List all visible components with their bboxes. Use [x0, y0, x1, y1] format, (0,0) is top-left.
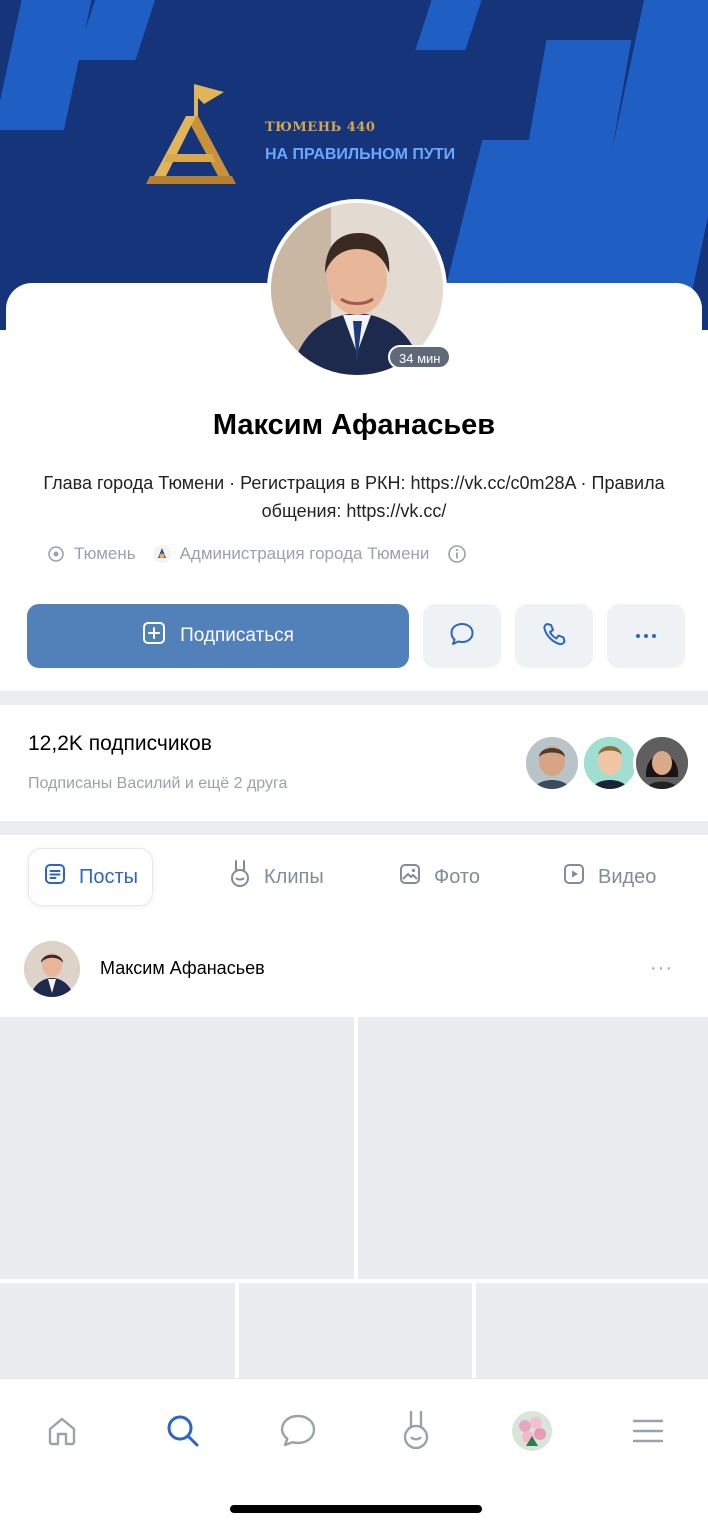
- org-logo-icon: [152, 544, 172, 564]
- location-icon: [46, 544, 66, 564]
- friend-avatar: [523, 734, 581, 792]
- subscribed-friends: Подписаны Василий и ещё 2 друга: [28, 775, 288, 792]
- nav-home[interactable]: [32, 1403, 92, 1463]
- friend-avatar: [581, 734, 639, 792]
- nav-search[interactable]: [153, 1403, 213, 1463]
- nav-menu[interactable]: [618, 1403, 678, 1463]
- more-button[interactable]: [607, 604, 685, 668]
- post-photo-grid: [0, 1017, 708, 1396]
- nav-clips[interactable]: [386, 1403, 446, 1463]
- clips-icon: [399, 1410, 433, 1457]
- call-button[interactable]: [515, 604, 593, 668]
- city-anniversary-logo: [146, 84, 236, 189]
- subscribe-label: Подписаться: [180, 625, 294, 646]
- section-separator: [0, 691, 708, 705]
- profile-meta: Тюмень Администрация города Тюмени: [46, 544, 670, 564]
- photo-icon: [398, 862, 422, 892]
- tab-clips[interactable]: Клипы: [228, 848, 324, 906]
- cover-slogan: НА ПРАВИЛЬНОМ ПУТИ: [265, 146, 456, 163]
- post-author-name[interactable]: Максим Афанасьев: [100, 958, 265, 979]
- video-icon: [562, 862, 586, 892]
- search-icon: [164, 1412, 202, 1455]
- tab-photos-label: Фото: [434, 865, 480, 888]
- profile-name: Максим Афанасьев: [212, 409, 496, 441]
- subscribers-card[interactable]: 12,2K подписчиков Подписаны Василий и ещ…: [6, 705, 702, 821]
- tab-videos[interactable]: Видео: [562, 848, 656, 906]
- post-author-avatar[interactable]: [24, 941, 80, 997]
- home-icon: [44, 1413, 80, 1454]
- message-icon: [448, 620, 476, 653]
- content-tabs: Посты Клипы Фото Видео: [6, 835, 702, 925]
- tab-videos-label: Видео: [598, 865, 657, 888]
- nav-profile[interactable]: [502, 1403, 562, 1463]
- profile-organization[interactable]: Администрация города Тюмени: [180, 544, 430, 564]
- add-square-icon: [142, 621, 166, 651]
- post-photo[interactable]: [0, 1017, 354, 1279]
- message-button[interactable]: [423, 604, 501, 668]
- posts-icon: [43, 862, 67, 892]
- post-header: Максим Афанасьев ···: [0, 925, 708, 1017]
- clips-icon: [228, 859, 252, 895]
- tab-posts[interactable]: Посты: [28, 848, 154, 906]
- home-indicator: [230, 1505, 482, 1513]
- more-icon: [634, 627, 658, 645]
- menu-icon: [631, 1417, 665, 1450]
- profile-actions: Подписаться: [27, 604, 687, 668]
- info-icon[interactable]: [447, 544, 467, 564]
- profile-status[interactable]: Глава города Тюмени · Регистрация в РКН:…: [42, 469, 666, 525]
- tab-clips-label: Клипы: [264, 865, 324, 888]
- cover-year-label: ТЮМЕНЬ 440: [265, 120, 376, 135]
- profile-avatar-icon: [511, 1410, 553, 1457]
- nav-messages[interactable]: [268, 1403, 328, 1463]
- post-more-icon[interactable]: ···: [650, 957, 673, 980]
- messages-icon: [278, 1412, 318, 1455]
- tab-posts-label: Посты: [79, 865, 139, 888]
- phone-icon: [540, 620, 568, 653]
- post-photo[interactable]: [358, 1017, 708, 1279]
- tab-photos[interactable]: Фото: [398, 848, 480, 906]
- subscribe-button[interactable]: Подписаться: [27, 604, 409, 668]
- online-status-badge: 34 мин: [388, 345, 452, 369]
- profile-city[interactable]: Тюмень: [74, 544, 136, 564]
- subscribers-count: 12,2K подписчиков: [28, 732, 212, 755]
- bottom-navigation: [0, 1378, 708, 1521]
- friend-avatar: [633, 734, 691, 792]
- section-separator: [0, 821, 708, 835]
